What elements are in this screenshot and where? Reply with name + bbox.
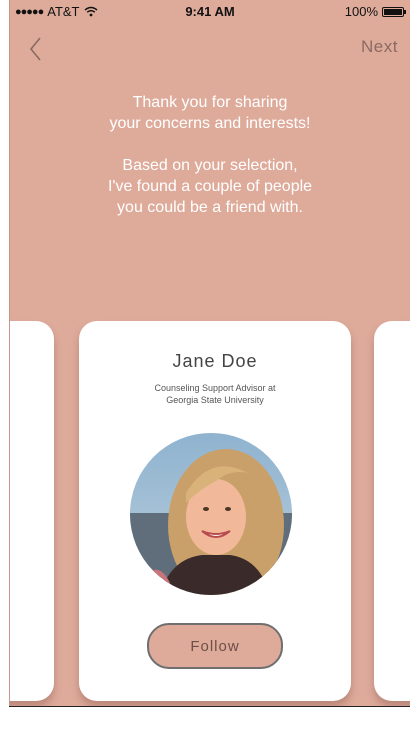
message-line: I've found a couple of people xyxy=(107,178,313,195)
role-line: Georgia State University xyxy=(166,395,264,405)
profile-photo xyxy=(130,433,292,595)
message-line: you could be a friend with. xyxy=(117,199,303,216)
bottom-border xyxy=(9,706,410,707)
chevron-left-icon[interactable] xyxy=(26,34,48,64)
profile-role: Counseling Support Advisor at Georgia St… xyxy=(109,382,321,406)
next-profile-card[interactable] xyxy=(374,321,410,701)
message-line: Thank you for sharing xyxy=(132,94,288,111)
next-button[interactable]: Next xyxy=(361,37,398,57)
profile-card: Jane Doe Counseling Support Advisor at G… xyxy=(79,321,351,701)
follow-button[interactable]: Follow xyxy=(147,623,283,669)
status-bar: ●●●●● AT&T 9:41 AM 100% xyxy=(10,0,410,22)
role-line: Counseling Support Advisor at xyxy=(154,383,276,393)
message-line: your concerns and interests! xyxy=(109,115,311,132)
app-screen: ●●●●● AT&T 9:41 AM 100% Next Thank you f… xyxy=(9,0,410,706)
intro-message: Thank you for sharing your concerns and … xyxy=(10,92,410,218)
profile-name: Jane Doe xyxy=(172,351,258,371)
status-right: 100% xyxy=(344,4,406,19)
battery-percent: 100% xyxy=(344,4,378,19)
battery-icon xyxy=(382,6,406,17)
message-line: Based on your selection, xyxy=(122,157,298,174)
previous-profile-card[interactable] xyxy=(10,321,54,701)
